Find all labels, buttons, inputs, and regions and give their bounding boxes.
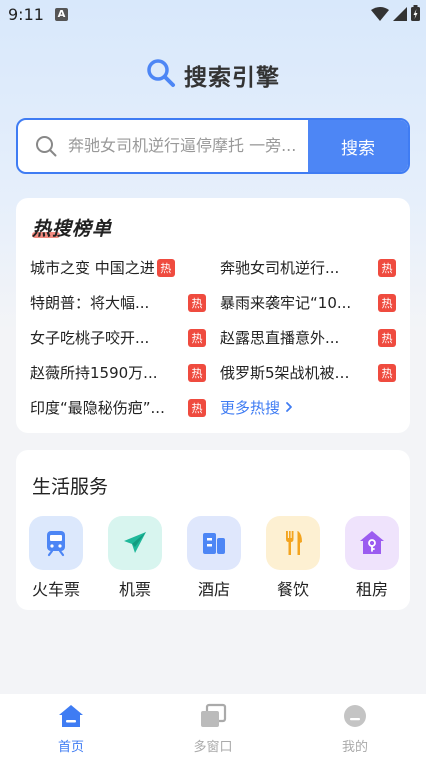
hot-badge: 热: [188, 398, 206, 417]
hot-item[interactable]: 印度“最隐秘伤疤”... 热: [30, 397, 220, 418]
service-label: 餐饮: [276, 580, 309, 599]
hot-item[interactable]: 特朗普：将大幅... 热: [30, 292, 220, 313]
hot-item-text: 奔驰女司机逆行...: [220, 259, 340, 277]
hot-badge: 热: [378, 328, 396, 347]
service-label: 酒店: [197, 580, 230, 599]
service-flight[interactable]: 机票: [107, 516, 163, 600]
hot-badge: 热: [188, 328, 206, 347]
nav-label: 首页: [57, 740, 84, 755]
more-hot-link[interactable]: 更多热搜: [220, 397, 396, 418]
battery-icon: [411, 5, 420, 25]
hot-list-title: 热搜榜单: [32, 218, 113, 240]
nav-label: 多窗口: [193, 740, 233, 755]
hot-item[interactable]: 赵薇所持1590万... 热: [30, 362, 220, 383]
hot-item-text: 女子吃桃子咬开...: [30, 329, 150, 347]
search-input[interactable]: 奔驰女司机逆行逼停摩托 一旁...: [68, 120, 308, 172]
bottom-nav: 首页 多窗口 我的: [0, 694, 426, 759]
hot-item-text: 暴雨来袭牢记“10...: [220, 294, 352, 312]
hot-list-card: 热搜榜单 城市之变 中国之进 热 奔驰女司机逆行... 热 特朗普：将大幅...…: [16, 198, 410, 433]
hot-item[interactable]: 城市之变 中国之进 热: [30, 257, 220, 278]
page-title: 搜索引擎: [184, 65, 280, 91]
hot-row: 印度“最隐秘伤疤”... 热 更多热搜: [30, 390, 396, 425]
hot-row: 赵薇所持1590万... 热 俄罗斯5架战机被“... 热: [30, 355, 396, 390]
house-icon: [345, 516, 399, 570]
hot-badge: 热: [378, 293, 396, 312]
life-services-title: 生活服务: [32, 476, 109, 498]
notification-icon: A: [55, 8, 68, 21]
service-dining[interactable]: 餐饮: [265, 516, 321, 600]
hot-row: 特朗普：将大幅... 热 暴雨来袭牢记“10... 热: [30, 285, 396, 320]
status-time: 9:11: [8, 5, 44, 24]
search-icon: [24, 120, 68, 172]
more-hot-label: 更多热搜: [220, 399, 281, 417]
hot-item-text: 特朗普：将大幅...: [30, 294, 150, 312]
search-button[interactable]: 搜索: [308, 120, 408, 172]
hot-item[interactable]: 赵露思直播意外... 热: [220, 327, 396, 348]
hot-list-header: 热搜榜单: [32, 214, 112, 241]
service-hotel[interactable]: 酒店: [186, 516, 242, 600]
hot-item[interactable]: 暴雨来袭牢记“10... 热: [220, 292, 396, 313]
nav-profile[interactable]: 我的: [310, 702, 400, 755]
hot-list-grid: 城市之变 中国之进 热 奔驰女司机逆行... 热 特朗普：将大幅... 热 暴雨…: [30, 250, 396, 425]
signal-icon: [393, 6, 407, 25]
hot-row: 女子吃桃子咬开... 热 赵露思直播意外... 热: [30, 320, 396, 355]
hot-item[interactable]: 俄罗斯5架战机被“... 热: [220, 362, 396, 383]
hot-badge: 热: [188, 363, 206, 382]
hot-item-text: 赵露思直播意外...: [220, 329, 340, 347]
hot-item-text: 印度“最隐秘伤疤”...: [30, 399, 165, 417]
hot-badge: 热: [156, 258, 175, 277]
search-logo-icon: [146, 58, 176, 92]
dining-icon: [266, 516, 320, 570]
hot-badge: 热: [378, 363, 396, 382]
hot-badge: 热: [378, 258, 396, 277]
nav-home[interactable]: 首页: [26, 702, 116, 755]
hotel-icon: [187, 516, 241, 570]
hot-item[interactable]: 女子吃桃子咬开... 热: [30, 327, 220, 348]
hot-row: 城市之变 中国之进 热 奔驰女司机逆行... 热: [30, 250, 396, 285]
chevron-right-icon: [284, 399, 294, 417]
status-bar: 9:11 A: [0, 0, 426, 30]
service-label: 机票: [118, 580, 151, 599]
status-icons: [371, 5, 420, 25]
wifi-icon: [371, 6, 389, 25]
nav-label: 我的: [341, 740, 368, 755]
hot-item[interactable]: 奔驰女司机逆行... 热: [220, 257, 396, 278]
hot-item-text: 城市之变 中国之进: [30, 259, 155, 277]
train-icon: [29, 516, 83, 570]
life-services-card: 生活服务 火车票 机票 酒店 餐饮 租房: [16, 450, 410, 610]
hot-item-text: 赵薇所持1590万...: [30, 364, 158, 382]
services-row: 火车票 机票 酒店 餐饮 租房: [28, 516, 400, 600]
app-header: 搜索引擎: [0, 58, 426, 92]
multi-window-icon: [199, 702, 227, 730]
nav-windows[interactable]: 多窗口: [168, 702, 258, 755]
service-label: 租房: [355, 580, 388, 599]
service-train[interactable]: 火车票: [28, 516, 84, 600]
hot-badge: 热: [188, 293, 206, 312]
search-box: 奔驰女司机逆行逼停摩托 一旁... 搜索: [16, 118, 410, 174]
hot-item-text: 俄罗斯5架战机被“...: [220, 364, 352, 382]
plane-icon: [108, 516, 162, 570]
service-rent[interactable]: 租房: [344, 516, 400, 600]
service-label: 火车票: [31, 580, 80, 599]
profile-icon: [342, 702, 368, 730]
home-icon: [57, 702, 85, 730]
